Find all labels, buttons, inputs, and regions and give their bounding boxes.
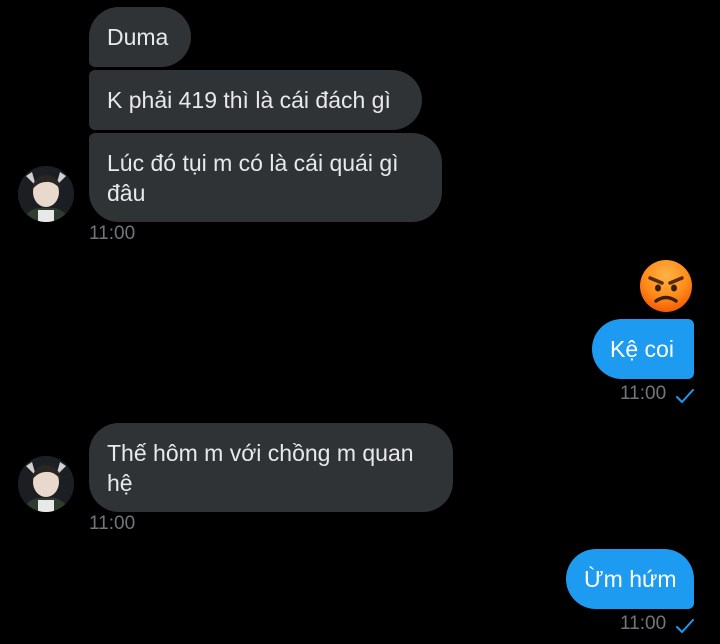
message-text: Thế hôm m với chồng m quan hệ bbox=[107, 439, 414, 496]
message-text: Duma bbox=[107, 24, 169, 50]
message-text: Ừm hứm bbox=[584, 566, 677, 592]
message-text: K phải 419 thì là cái đách gì bbox=[107, 87, 391, 113]
outgoing-message-bubble[interactable]: Kệ coi bbox=[592, 319, 694, 379]
contact-avatar[interactable] bbox=[18, 166, 74, 222]
message-timestamp: 11:00 bbox=[89, 223, 136, 244]
avatar-image-icon bbox=[18, 166, 74, 222]
message-timestamp: 11:00 bbox=[620, 613, 667, 634]
incoming-message-bubble[interactable]: Duma bbox=[89, 7, 191, 67]
message-text: Kệ coi bbox=[610, 336, 674, 362]
angry-face-icon bbox=[640, 260, 692, 312]
message-text: Lúc đó tụi m có là cái quái gì đâu bbox=[107, 149, 399, 206]
read-check-icon bbox=[676, 619, 694, 633]
message-timestamp: 11:00 bbox=[89, 513, 136, 534]
avatar-image-icon bbox=[18, 456, 74, 512]
incoming-message-bubble[interactable]: Lúc đó tụi m có là cái quái gì đâu bbox=[89, 133, 442, 222]
incoming-message-bubble[interactable]: Thế hôm m với chồng m quan hệ bbox=[89, 423, 453, 512]
angry-face-emoji-icon[interactable] bbox=[638, 258, 694, 314]
incoming-message-bubble[interactable]: K phải 419 thì là cái đách gì bbox=[89, 70, 422, 130]
contact-avatar[interactable] bbox=[18, 456, 74, 512]
read-check-icon bbox=[676, 389, 694, 403]
outgoing-message-bubble[interactable]: Ừm hứm bbox=[566, 549, 694, 609]
message-timestamp: 11:00 bbox=[620, 383, 667, 404]
